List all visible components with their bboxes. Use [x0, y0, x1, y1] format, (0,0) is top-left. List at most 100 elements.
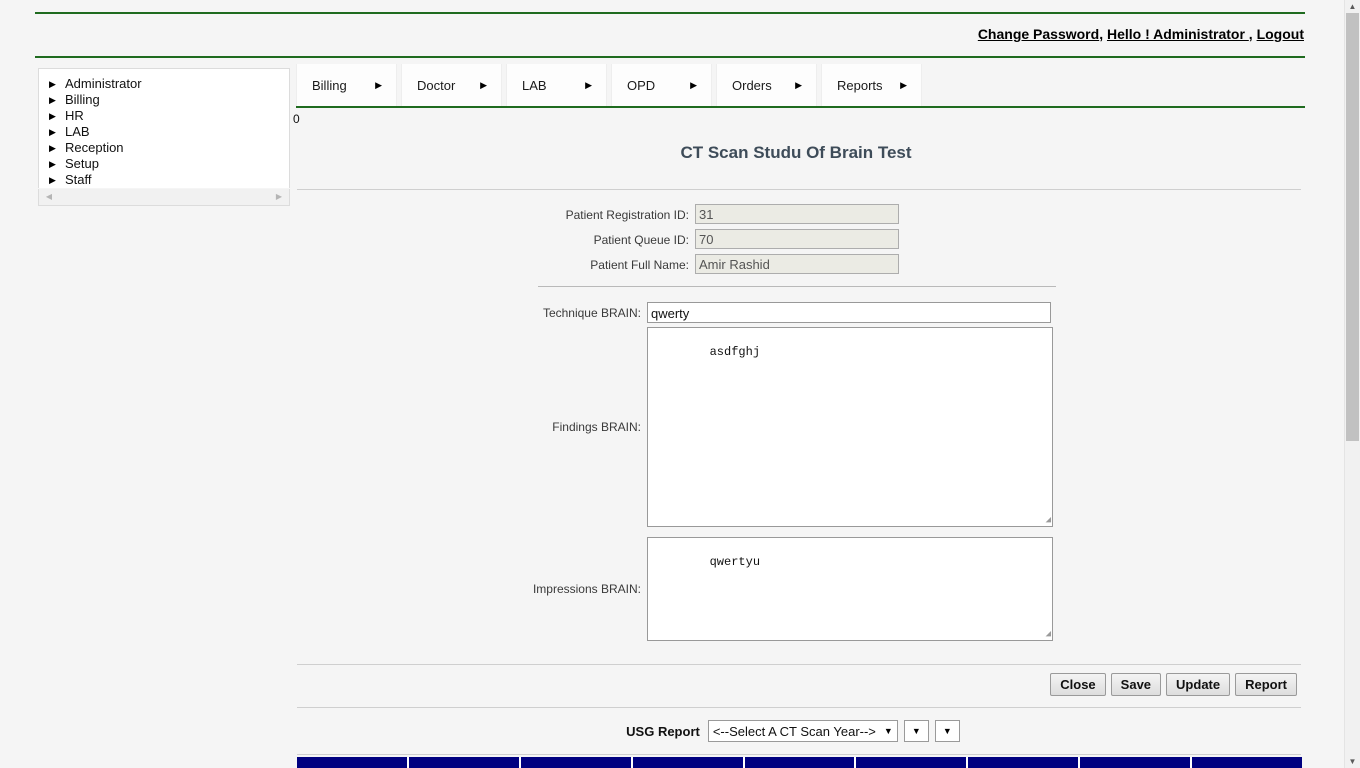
sidebar-item-lab[interactable]: ▶ LAB: [39, 124, 289, 140]
usg-report-label: USG Report: [626, 723, 700, 739]
sidebar-item-label: LAB: [65, 124, 90, 139]
findings-label: Findings BRAIN:: [552, 420, 641, 434]
sidebar-item-label: Billing: [65, 92, 100, 107]
sidebar-item-billing[interactable]: ▶ Billing: [39, 92, 289, 108]
page-title: CT Scan Studu Of Brain Test: [680, 143, 912, 162]
findings-textarea[interactable]: asdfghj ◢: [647, 327, 1053, 527]
menu-item-label: LAB: [522, 77, 547, 93]
chevron-right-icon: ▶: [795, 79, 802, 90]
usg-select-3[interactable]: ▼: [934, 720, 960, 742]
sidebar-item-hr[interactable]: ▶ HR: [39, 108, 289, 124]
menubar-underline: [296, 106, 1305, 108]
sidebar-item-label: HR: [65, 108, 84, 123]
findings-row: Findings BRAIN: asdfghj ◢: [291, 327, 1301, 527]
usg-select-2[interactable]: ▼: [903, 720, 929, 742]
account-links: Change Password, Hello ! Administrator ,…: [978, 26, 1304, 42]
impressions-textarea-value: qwertyu: [709, 555, 761, 569]
table-header-cell: [297, 757, 409, 768]
chevron-right-icon: ▶: [690, 79, 697, 90]
menu-item-doctor[interactable]: Doctor ▶: [401, 64, 502, 106]
patient-reg-id-label: Patient Registration ID:: [565, 208, 689, 222]
menu-item-reports[interactable]: Reports ▶: [821, 64, 922, 106]
results-table-header-strip: [297, 757, 1302, 768]
page-viewport: Change Password, Hello ! Administrator ,…: [0, 0, 1345, 768]
links-separator-1: ,: [1099, 26, 1107, 42]
sidebar-item-label: Setup: [65, 156, 99, 171]
patient-queue-id-label: Patient Queue ID:: [593, 233, 689, 247]
chevron-right-icon: ▶: [585, 79, 592, 90]
sidebar-item-setup[interactable]: ▶ Setup: [39, 156, 289, 172]
chevron-down-icon: ▼: [942, 726, 952, 736]
patient-full-name-field[interactable]: Amir Rashid: [695, 254, 899, 274]
logout-link[interactable]: Logout: [1257, 26, 1304, 42]
expand-caret-icon[interactable]: ▶: [49, 76, 65, 92]
patient-section-separator: [538, 286, 1056, 287]
save-button[interactable]: Save: [1110, 673, 1162, 696]
table-header-cell: [521, 757, 633, 768]
menu-item-label: Reports: [837, 77, 883, 93]
table-header-cell: [409, 757, 521, 768]
resize-grip-icon[interactable]: ◢: [1041, 629, 1051, 639]
expand-caret-icon[interactable]: ▶: [49, 140, 65, 156]
scroll-left-icon[interactable]: ◀: [42, 189, 56, 205]
patient-queue-id-row: Patient Queue ID: 70: [291, 229, 1301, 251]
patient-reg-id-field[interactable]: 31: [695, 204, 899, 224]
impressions-textarea[interactable]: qwertyu ◢: [647, 537, 1053, 641]
table-header-cell: [633, 757, 745, 768]
menu-item-billing[interactable]: Billing ▶: [296, 64, 397, 106]
menu-item-orders[interactable]: Orders ▶: [716, 64, 817, 106]
table-header-cell: [745, 757, 857, 768]
chevron-down-icon: ▼: [911, 726, 921, 736]
sidebar-item-label: Reception: [65, 140, 124, 155]
menu-item-label: Billing: [312, 77, 347, 93]
chevron-down-icon: ▼: [883, 726, 893, 736]
sidebar-item-administrator[interactable]: ▶ Administrator: [39, 76, 289, 92]
change-password-link[interactable]: Change Password: [978, 26, 1099, 42]
main-menubar: Billing ▶ Doctor ▶ LAB ▶ OPD ▶ Orders ▶ …: [296, 64, 926, 106]
header-bottom-rule: [35, 56, 1305, 58]
page-scrollbar[interactable]: ▲ ▼: [1344, 0, 1360, 768]
technique-row: Technique BRAIN: qwerty: [291, 302, 1301, 324]
sidebar-horizontal-scrollbar[interactable]: ◀ ▶: [38, 189, 290, 206]
expand-caret-icon[interactable]: ▶: [49, 124, 65, 140]
resize-grip-icon[interactable]: ◢: [1041, 515, 1051, 525]
update-button[interactable]: Update: [1166, 673, 1231, 696]
expand-caret-icon[interactable]: ▶: [49, 172, 65, 188]
greeting-link[interactable]: Hello ! Administrator: [1107, 26, 1249, 42]
menu-item-opd[interactable]: OPD ▶: [611, 64, 712, 106]
scrollbar-thumb[interactable]: [1346, 13, 1359, 441]
table-header-cell: [856, 757, 969, 768]
content-panel: Billing ▶ Doctor ▶ LAB ▶ OPD ▶ Orders ▶ …: [291, 64, 1305, 768]
sidebar-item-staff[interactable]: ▶ Staff: [39, 172, 289, 188]
technique-label: Technique BRAIN:: [542, 306, 641, 320]
report-button[interactable]: Report: [1235, 673, 1297, 696]
expand-caret-icon[interactable]: ▶: [49, 108, 65, 124]
patient-full-name-row: Patient Full Name: Amir Rashid: [291, 254, 1301, 276]
menu-item-lab[interactable]: LAB ▶: [506, 64, 607, 106]
action-buttons-row: Close Save Update Report: [291, 673, 1301, 696]
impressions-label: Impressions BRAIN:: [532, 582, 641, 596]
scroll-down-icon[interactable]: ▼: [1345, 755, 1360, 768]
chevron-right-icon: ▶: [900, 79, 907, 90]
title-separator: [297, 189, 1301, 190]
scroll-right-icon[interactable]: ▶: [272, 189, 286, 205]
close-button[interactable]: Close: [1050, 673, 1106, 696]
menu-item-label: Doctor: [417, 77, 456, 93]
table-header-cell: [968, 757, 1081, 768]
expand-caret-icon[interactable]: ▶: [49, 156, 65, 172]
patient-queue-id-field[interactable]: 70: [695, 229, 899, 249]
scroll-up-icon[interactable]: ▲: [1345, 0, 1360, 13]
patient-reg-id-row: Patient Registration ID: 31: [291, 204, 1301, 226]
sidebar-item-label: Administrator: [65, 76, 142, 91]
patient-full-name-label: Patient Full Name:: [590, 258, 689, 272]
technique-input[interactable]: qwerty: [647, 302, 1051, 323]
ct-scan-year-value: <--Select A CT Scan Year-->: [712, 723, 876, 739]
sidebar-item-reception[interactable]: ▶ Reception: [39, 140, 289, 156]
chevron-right-icon: ▶: [375, 79, 382, 90]
expand-caret-icon[interactable]: ▶: [49, 92, 65, 108]
ct-scan-year-select[interactable]: <--Select A CT Scan Year--> ▼: [707, 720, 898, 742]
buttons-bottom-separator: [297, 707, 1301, 708]
sidebar-tree: ▶ Administrator ▶ Billing ▶ HR ▶ LAB ▶ Recept…: [38, 68, 290, 188]
menu-item-label: OPD: [627, 77, 656, 93]
menu-item-label: Orders: [732, 77, 772, 93]
